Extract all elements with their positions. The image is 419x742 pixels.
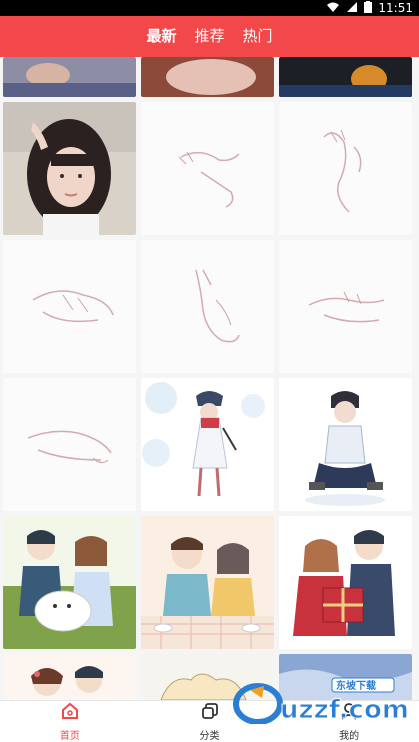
grid-image-13[interactable]	[141, 516, 274, 649]
category-icon	[200, 701, 220, 725]
grid-image-8[interactable]	[279, 240, 412, 373]
top-tab-bar: 最新 推荐 热门	[0, 16, 419, 57]
grid-image-5[interactable]	[279, 102, 412, 235]
grid-image-3[interactable]	[3, 102, 136, 235]
grid-image-12[interactable]	[3, 516, 136, 649]
watermark-logo: 东坡下载 uzzf.com	[232, 676, 412, 726]
nav-home[interactable]: 首页	[0, 701, 140, 742]
grid-image-1[interactable]	[141, 57, 274, 97]
grid-image-7[interactable]	[141, 240, 274, 373]
status-bar: 11:51	[0, 0, 419, 16]
nav-home-label: 首页	[59, 731, 80, 742]
home-icon	[60, 701, 80, 725]
nav-profile-label: 我的	[339, 731, 360, 742]
grid-image-0[interactable]	[3, 57, 136, 97]
tab-recommended[interactable]: 推荐	[194, 16, 224, 57]
image-grid	[0, 57, 419, 700]
watermark-brand: uzzf.com	[280, 695, 409, 724]
grid-image-15[interactable]	[3, 654, 136, 700]
tab-latest[interactable]: 最新	[146, 16, 176, 57]
grid-image-4[interactable]	[141, 102, 274, 235]
grid-image-9[interactable]	[3, 378, 136, 511]
watermark-subtitle: 东坡下载	[336, 679, 376, 692]
signal-icon	[346, 1, 358, 16]
grid-image-6[interactable]	[3, 240, 136, 373]
grid-image-10[interactable]	[141, 378, 274, 511]
status-time: 11:51	[378, 1, 413, 15]
grid-image-11[interactable]	[279, 378, 412, 511]
grid-image-2[interactable]	[279, 57, 412, 97]
wifi-icon	[326, 1, 340, 16]
grid-image-14[interactable]	[279, 516, 412, 649]
tab-popular[interactable]: 热门	[243, 16, 273, 57]
nav-category-label: 分类	[199, 731, 220, 742]
battery-icon	[364, 0, 373, 16]
